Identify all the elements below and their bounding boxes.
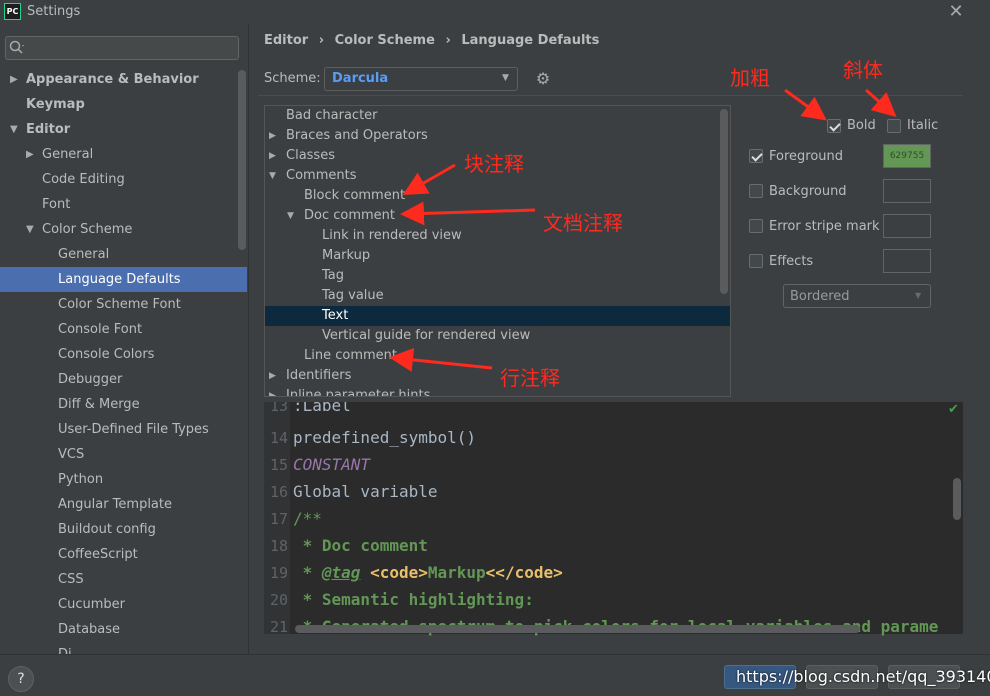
sidebar-item-label: Console Colors xyxy=(58,347,155,362)
help-button[interactable]: ? xyxy=(8,666,34,692)
sidebar-item[interactable]: Console Font xyxy=(0,317,247,342)
sidebar-item-label: Debugger xyxy=(58,372,123,387)
sidebar-item[interactable]: Language Defaults xyxy=(0,267,247,292)
sidebar-item-label: CoffeeScript xyxy=(58,547,138,562)
arrow-to-doc-comment xyxy=(400,201,536,226)
sidebar-item-label: General xyxy=(42,147,94,162)
sidebar-item-label: Appearance & Behavior xyxy=(26,72,199,87)
sidebar-item[interactable]: ▶ Appearance & Behavior xyxy=(0,67,247,92)
chevron-right-icon[interactable]: ▶ xyxy=(10,67,18,92)
sidebar-item-label: VCS xyxy=(58,447,85,462)
chevron-down-icon[interactable]: ▼ xyxy=(26,217,34,242)
sidebar-item[interactable]: ▼ Color Scheme xyxy=(0,217,247,242)
sidebar-item[interactable]: General xyxy=(0,242,247,267)
sidebar-item[interactable]: Python xyxy=(0,467,247,492)
sidebar-item[interactable]: Code Editing xyxy=(0,167,247,192)
sidebar-item[interactable]: Console Colors xyxy=(0,342,247,367)
sidebar-item[interactable]: CoffeeScript xyxy=(0,542,247,567)
sidebar-item[interactable]: Di... xyxy=(0,642,247,654)
sidebar-item-label: User-Defined File Types xyxy=(58,422,209,437)
sidebar-item[interactable]: User-Defined File Types xyxy=(0,417,247,442)
sidebar-item-label: Diff & Merge xyxy=(58,397,140,412)
sidebar-item[interactable]: Buildout config xyxy=(0,517,247,542)
sidebar-item[interactable]: Angular Template xyxy=(0,492,247,517)
sidebar-item[interactable]: ▼ Editor xyxy=(0,117,247,142)
sidebar-item[interactable]: Keymap xyxy=(0,92,247,117)
sidebar-item-label: Angular Template xyxy=(58,497,172,512)
sidebar-item-label: Python xyxy=(58,472,104,487)
block-comment-annotation: 块注释 xyxy=(464,152,524,176)
sidebar-item-label: Di... xyxy=(58,642,84,654)
sidebar-item[interactable]: Diff & Merge xyxy=(0,392,247,417)
arrow-to-italic xyxy=(865,88,897,117)
sidebar-item[interactable]: CSS xyxy=(0,567,247,592)
sidebar-item-label: Database xyxy=(58,622,121,637)
sidebar-item[interactable]: ▶ General xyxy=(0,142,247,167)
sidebar-item-label: Code Editing xyxy=(42,172,125,187)
watermark-text: https://blog.csdn.net/qq_39314099 xyxy=(736,667,990,686)
doc-comment-annotation: 文档注释 xyxy=(543,211,623,235)
bold-annotation: 加粗 xyxy=(730,66,770,90)
sidebar-item[interactable]: VCS xyxy=(0,442,247,467)
sidebar-item[interactable]: Database xyxy=(0,617,247,642)
sidebar-item-label: Language Defaults xyxy=(58,272,181,287)
sidebar-item[interactable]: Debugger xyxy=(0,367,247,392)
sidebar-item-label: Color Scheme xyxy=(42,222,133,237)
sidebar-item[interactable]: Cucumber xyxy=(0,592,247,617)
arrow-to-bold xyxy=(784,88,827,121)
sidebar-item-label: Console Font xyxy=(58,322,143,337)
italic-annotation: 斜体 xyxy=(843,58,883,82)
sidebar-item-label: Cucumber xyxy=(58,597,125,612)
arrow-to-block-comment xyxy=(402,163,456,195)
chevron-down-icon[interactable]: ▼ xyxy=(10,117,18,142)
line-comment-annotation: 行注释 xyxy=(500,366,560,390)
sidebar-item-label: Editor xyxy=(26,122,71,137)
arrow-to-line-comment xyxy=(389,347,493,372)
chevron-right-icon[interactable]: ▶ xyxy=(26,142,34,167)
sidebar-item-label: Font xyxy=(42,197,71,212)
sidebar-item[interactable]: Color Scheme Font xyxy=(0,292,247,317)
sidebar-item-label: Color Scheme Font xyxy=(58,297,181,312)
sidebar-item-label: Keymap xyxy=(26,97,85,112)
sidebar-item[interactable]: Font xyxy=(0,192,247,217)
sidebar-item-label: General xyxy=(58,247,110,262)
sidebar-item-label: Buildout config xyxy=(58,522,156,537)
sidebar-item-label: CSS xyxy=(58,572,84,587)
